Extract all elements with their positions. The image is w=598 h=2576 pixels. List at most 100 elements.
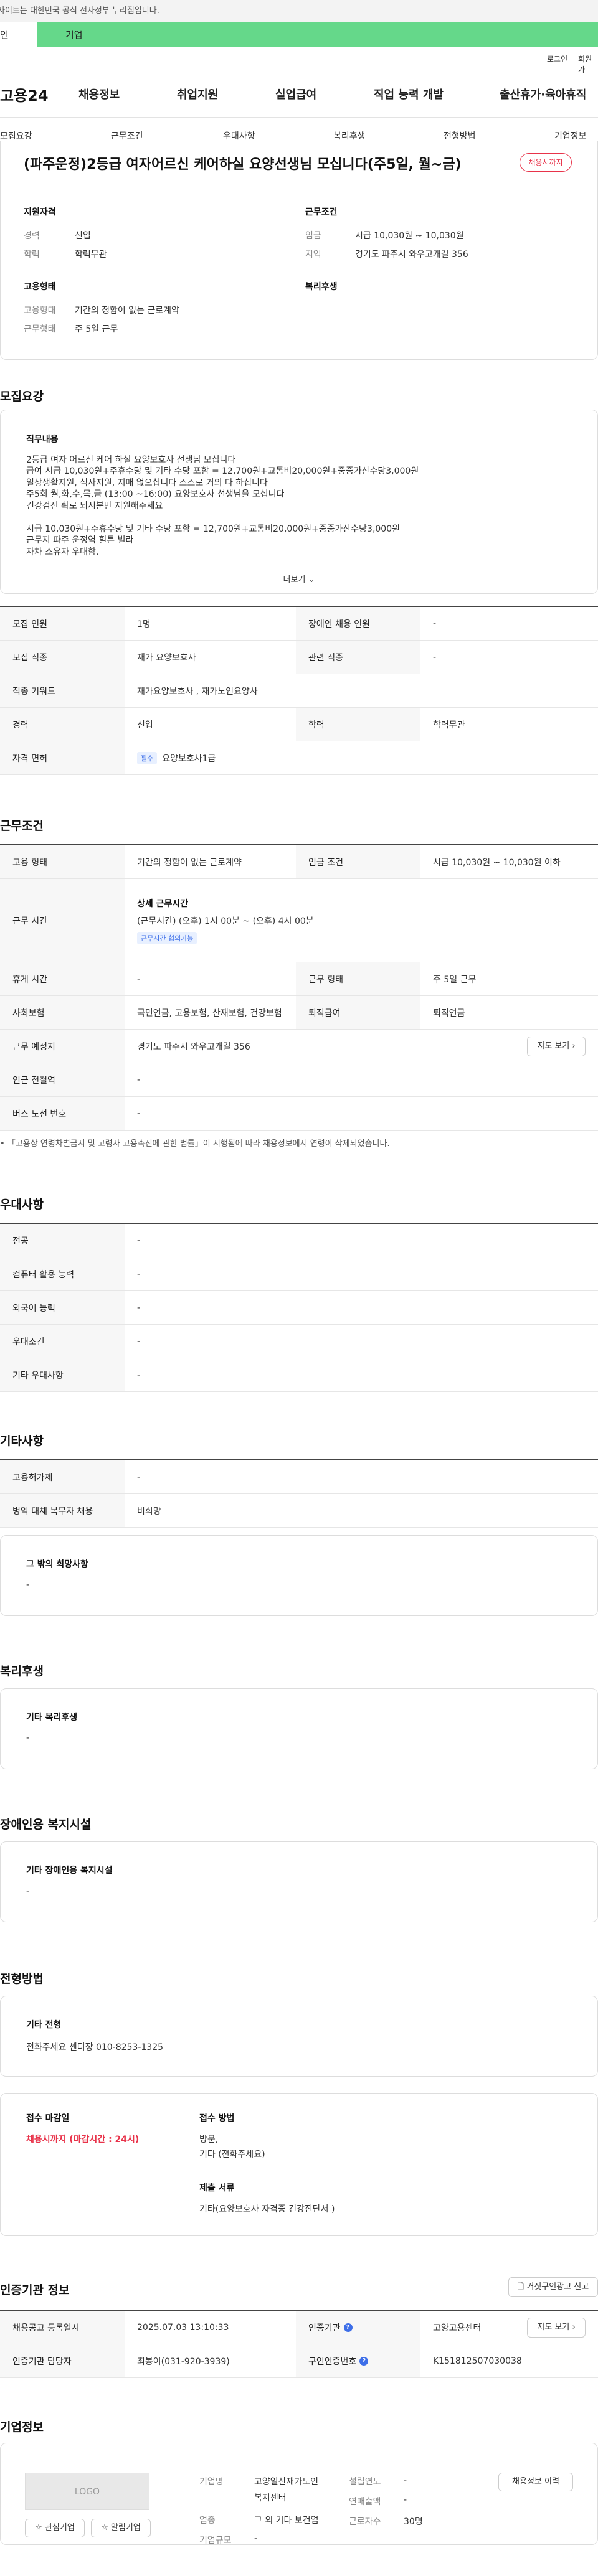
recruit-row-value: 필수 요양보호사1급 (125, 741, 598, 775)
report-button[interactable]: 🗋 거짓구인광고 신고 (508, 2277, 598, 2297)
company-name-1: 고양일산재가노인 (254, 2477, 319, 2487)
auth-heading: 인증기관 정보 (0, 2283, 70, 2297)
info-icon[interactable]: ? (343, 2323, 353, 2332)
recruit-row-label-2: 관련 직종 (296, 641, 420, 674)
worktype-label: 근무형태 (24, 324, 56, 334)
site-logo[interactable]: 고용24 (0, 83, 49, 105)
gnb-item-unemployment[interactable]: 실업급여 (275, 86, 316, 102)
work-time-cell: 상세 근무시간 (근무시간) (오후) 1시 00분 ~ (오후) 4시 00분… (125, 879, 598, 962)
pref-row-value: - (125, 1224, 598, 1257)
cond-heading: 근무조건 (305, 207, 338, 217)
reg-value: 2025.07.03 13:10:33 (125, 2311, 296, 2344)
recruit-row-value: 1명 (125, 607, 296, 641)
follow-company-button[interactable]: ☆ 알림기업 (91, 2519, 151, 2537)
anchor-recruit[interactable]: 모집요강 (0, 129, 32, 142)
duty-text: 2등급 여자 어르신 케어 하실 요양보호사 선생님 모십니다 급여 시급 10… (26, 454, 419, 557)
anchor-selection[interactable]: 전형방법 (444, 129, 476, 142)
follow-company-label: 알림기업 (110, 2523, 141, 2532)
gnb-item-leave[interactable]: 출산휴가·육아휴직 (500, 86, 586, 102)
anchor-work[interactable]: 근무조건 (111, 129, 143, 142)
user-type-tabs: 인 기업 (0, 22, 598, 47)
rest-value: - (125, 962, 296, 996)
tab-corporate[interactable]: 기업 (65, 22, 83, 47)
emp-type-value: 기간의 정함이 없는 근로계약 (125, 845, 296, 879)
disability-box-heading: 기타 장애인용 복지시설 (26, 1866, 113, 1876)
chevron-right-icon: › (572, 2323, 576, 2332)
recruit-row-value: 신입 (125, 708, 296, 741)
emptype-label: 고용형태 (24, 306, 56, 316)
mgr-value: 최봉이(031-920-3939) (125, 2344, 296, 2378)
map-button[interactable]: 지도 보기 › (527, 1037, 586, 1056)
employees-value: 30명 (404, 2517, 423, 2527)
deadline-heading: 접수 마감일 (26, 2113, 70, 2123)
other-wish-heading: 그 밖의 희망사항 (26, 1559, 88, 1569)
recruit-row-value-2: - (420, 641, 598, 674)
work-heading: 근무조건 (0, 819, 44, 833)
size-value: - (254, 2534, 258, 2544)
worktype-cond-label: 근무 형태 (296, 962, 420, 996)
recruit-row-value-2: - (420, 607, 598, 641)
est-value: - (404, 2475, 407, 2485)
welfare-heading-summary: 복리후생 (305, 282, 338, 292)
auth-no-label-text: 구인인증번호 (308, 2356, 357, 2367)
wage-cond-value: 시급 10,030원 ~ 10,030원 이하 (420, 845, 598, 879)
anchor-pref[interactable]: 우대사항 (223, 129, 255, 142)
insurance-label: 사회보험 (0, 996, 125, 1030)
employees-label: 근로자수 (349, 2517, 381, 2527)
info-icon[interactable]: ? (359, 2356, 369, 2366)
duty-description: 직무내용 2등급 여자 어르신 케어 하실 요양보호사 선생님 모십니다 급여 시… (26, 434, 574, 562)
pref-row-label: 전공 (0, 1224, 125, 1257)
emptype-value: 기간의 정함이 없는 근로계약 (75, 306, 179, 316)
retire-value: 퇴직연금 (420, 996, 598, 1030)
login-link[interactable]: 로그인 (547, 54, 567, 64)
edu-value: 학력무관 (75, 250, 107, 260)
company-name-2: 복지센터 (254, 2493, 287, 2503)
recruit-row-label: 직종 키워드 (0, 674, 125, 708)
wage-value: 시급 10,030원 ~ 10,030원 (355, 231, 464, 241)
disability-heading: 장애인용 복지시설 (0, 1818, 92, 1831)
gnb-item-training[interactable]: 직업 능력 개발 (374, 86, 444, 102)
recruit-row-label: 자격 면허 (0, 741, 125, 775)
mgr-label: 인증기관 담당자 (0, 2344, 125, 2378)
deadline-value: 채용시까지 (마감시간 : 24시) (26, 2135, 140, 2145)
history-button[interactable]: 채용정보 이력 (498, 2473, 573, 2491)
map-button-label: 지도 보기 (537, 1041, 570, 1051)
job-title: (파주운정)2등급 여자어르신 케어하실 요양선생님 모십니다(주5일, 월~금… (24, 157, 462, 172)
bus-label: 버스 노선 번호 (0, 1097, 125, 1131)
work-time-label: 근무 시간 (0, 879, 125, 962)
selection-box-heading: 기타 전형 (26, 2020, 62, 2030)
gnb-item-support[interactable]: 취업지원 (177, 86, 218, 102)
more-button[interactable]: 더보기 ⌄ (0, 566, 598, 593)
recruit-heading: 모집요강 (0, 390, 44, 403)
anchor-welfare[interactable]: 복리후생 (333, 129, 366, 142)
sales-value: - (404, 2495, 407, 2505)
pref-row-value: - (125, 1325, 598, 1358)
recruit-row-label: 모집 인원 (0, 607, 125, 641)
other-wish-value: - (26, 1580, 30, 1590)
work-time-heading: 상세 근무시간 (137, 898, 189, 909)
anchor-company[interactable]: 기업정보 (554, 129, 587, 142)
signup-link[interactable]: 회원가 (578, 54, 598, 75)
welfare-heading: 복리후생 (0, 1665, 44, 1678)
org-map-button[interactable]: 지도 보기 › (527, 2318, 586, 2338)
retire-label: 퇴직급여 (296, 996, 420, 1030)
tab-personal[interactable]: 인 (0, 22, 37, 47)
wage-label: 임금 (305, 231, 321, 241)
rest-label: 휴게 시간 (0, 962, 125, 996)
deadline-badge: 채용시까지 (520, 153, 572, 172)
welfare-box-value: - (26, 1733, 30, 1743)
wage-cond-label: 임금 조건 (296, 845, 420, 879)
recruit-row-text: 재가요양보호사 , 재가노인요양사 (137, 686, 258, 697)
selection-box (0, 1996, 598, 2077)
recruit-row-text: 요양보호사1급 (162, 753, 216, 764)
pref-row-value: - (125, 1257, 598, 1291)
recruit-row-value: 재가요양보호사 , 재가노인요양사 (125, 674, 598, 708)
pref-heading: 우대사항 (0, 1198, 44, 1211)
selection-box-value: 전화주세요 센터장 010-8253-1325 (26, 2042, 164, 2052)
etc-row-label: 병역 대체 복무자 채용 (0, 1494, 125, 1528)
gnb-item-jobs[interactable]: 채용정보 (78, 86, 120, 102)
fav-company-button[interactable]: ☆ 관심기업 (25, 2519, 85, 2537)
method-value-1: 방문, (199, 2135, 219, 2145)
header-divider (0, 117, 598, 118)
welfare-box-heading: 기타 복리후생 (26, 1713, 78, 1723)
